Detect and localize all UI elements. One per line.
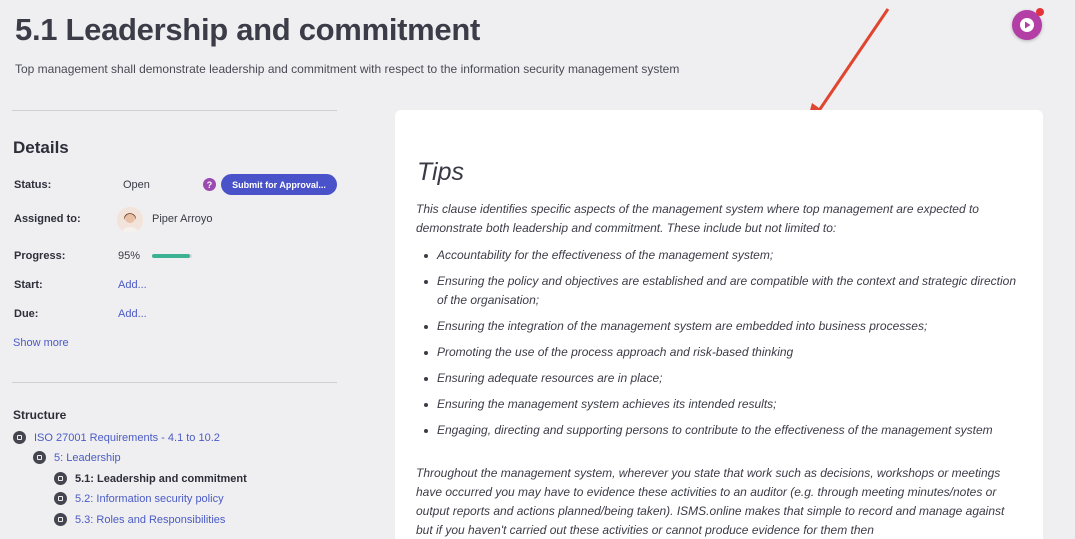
start-label: Start:: [14, 279, 43, 291]
tips-card: Tips This clause identifies specific asp…: [395, 110, 1043, 539]
tree-item-security-policy[interactable]: 5.2: Information security policy: [54, 492, 224, 505]
page-icon: [54, 472, 67, 485]
status-label: Status:: [14, 179, 52, 191]
notification-dot: [1036, 8, 1044, 16]
tips-list: Accountability for the effectiveness of …: [416, 246, 1022, 447]
tree-item-label: ISO 27001 Requirements - 4.1 to 10.2: [34, 431, 220, 444]
divider: [12, 110, 337, 111]
page-icon: [54, 492, 67, 505]
progress-fill: [152, 254, 190, 258]
progress-label: Progress:: [14, 250, 66, 262]
book-icon: [13, 431, 26, 444]
page-title: 5.1 Leadership and commitment: [15, 12, 481, 47]
play-chat-icon: [1020, 18, 1034, 32]
due-date-link[interactable]: Add...: [118, 308, 147, 320]
tips-list-item: Accountability for the effectiveness of …: [416, 246, 1022, 265]
tips-list-item: Ensuring adequate resources are in place…: [416, 369, 1022, 388]
tips-list-item: Engaging, directing and supporting perso…: [416, 421, 1022, 440]
assigned-label: Assigned to:: [14, 213, 81, 225]
assignee-name[interactable]: Piper Arroyo: [152, 213, 213, 225]
tips-heading: Tips: [417, 158, 465, 186]
divider: [12, 382, 337, 383]
tree-item-label: 5.3: Roles and Responsibilities: [75, 513, 226, 526]
submit-for-approval-button[interactable]: Submit for Approval...: [221, 174, 337, 195]
tree-item-label: 5: Leadership: [54, 451, 121, 464]
tips-list-item: Promoting the use of the process approac…: [416, 343, 1022, 362]
page-subtitle: Top management shall demonstrate leaders…: [15, 62, 680, 76]
tips-intro: This clause identifies specific aspects …: [416, 202, 979, 235]
due-label: Due:: [14, 308, 39, 320]
tree-item-leadership-commitment[interactable]: 5.1: Leadership and commitment: [54, 472, 247, 485]
structure-heading: Structure: [13, 408, 67, 422]
tree-item-label: 5.2: Information security policy: [75, 492, 224, 505]
show-more-link[interactable]: Show more: [13, 337, 69, 349]
details-heading: Details: [13, 138, 69, 157]
start-date-link[interactable]: Add...: [118, 279, 147, 291]
status-value[interactable]: Open: [123, 179, 150, 191]
tips-list-item: Ensuring the management system achieves …: [416, 395, 1022, 414]
user-avatar-icon: [117, 207, 143, 233]
tree-item-iso-requirements[interactable]: ISO 27001 Requirements - 4.1 to 10.2: [13, 431, 220, 444]
help-icon[interactable]: ?: [203, 178, 216, 191]
chat-launcher-button[interactable]: [1012, 8, 1044, 40]
tips-outro: Throughout the management system, wherev…: [416, 466, 1005, 537]
tree-item-label: 5.1: Leadership and commitment: [75, 472, 247, 485]
tree-item-leadership[interactable]: 5: Leadership: [33, 451, 121, 464]
progress-value: 95%: [118, 250, 141, 262]
book-icon: [33, 451, 46, 464]
tips-list-item: Ensuring the policy and objectives are e…: [416, 272, 1022, 310]
tips-list-item: Ensuring the integration of the manageme…: [416, 317, 1022, 336]
tree-item-roles[interactable]: 5.3: Roles and Responsibilities: [54, 513, 225, 526]
avatar[interactable]: [117, 207, 143, 233]
progress-bar: [152, 254, 192, 258]
page-icon: [54, 513, 67, 526]
